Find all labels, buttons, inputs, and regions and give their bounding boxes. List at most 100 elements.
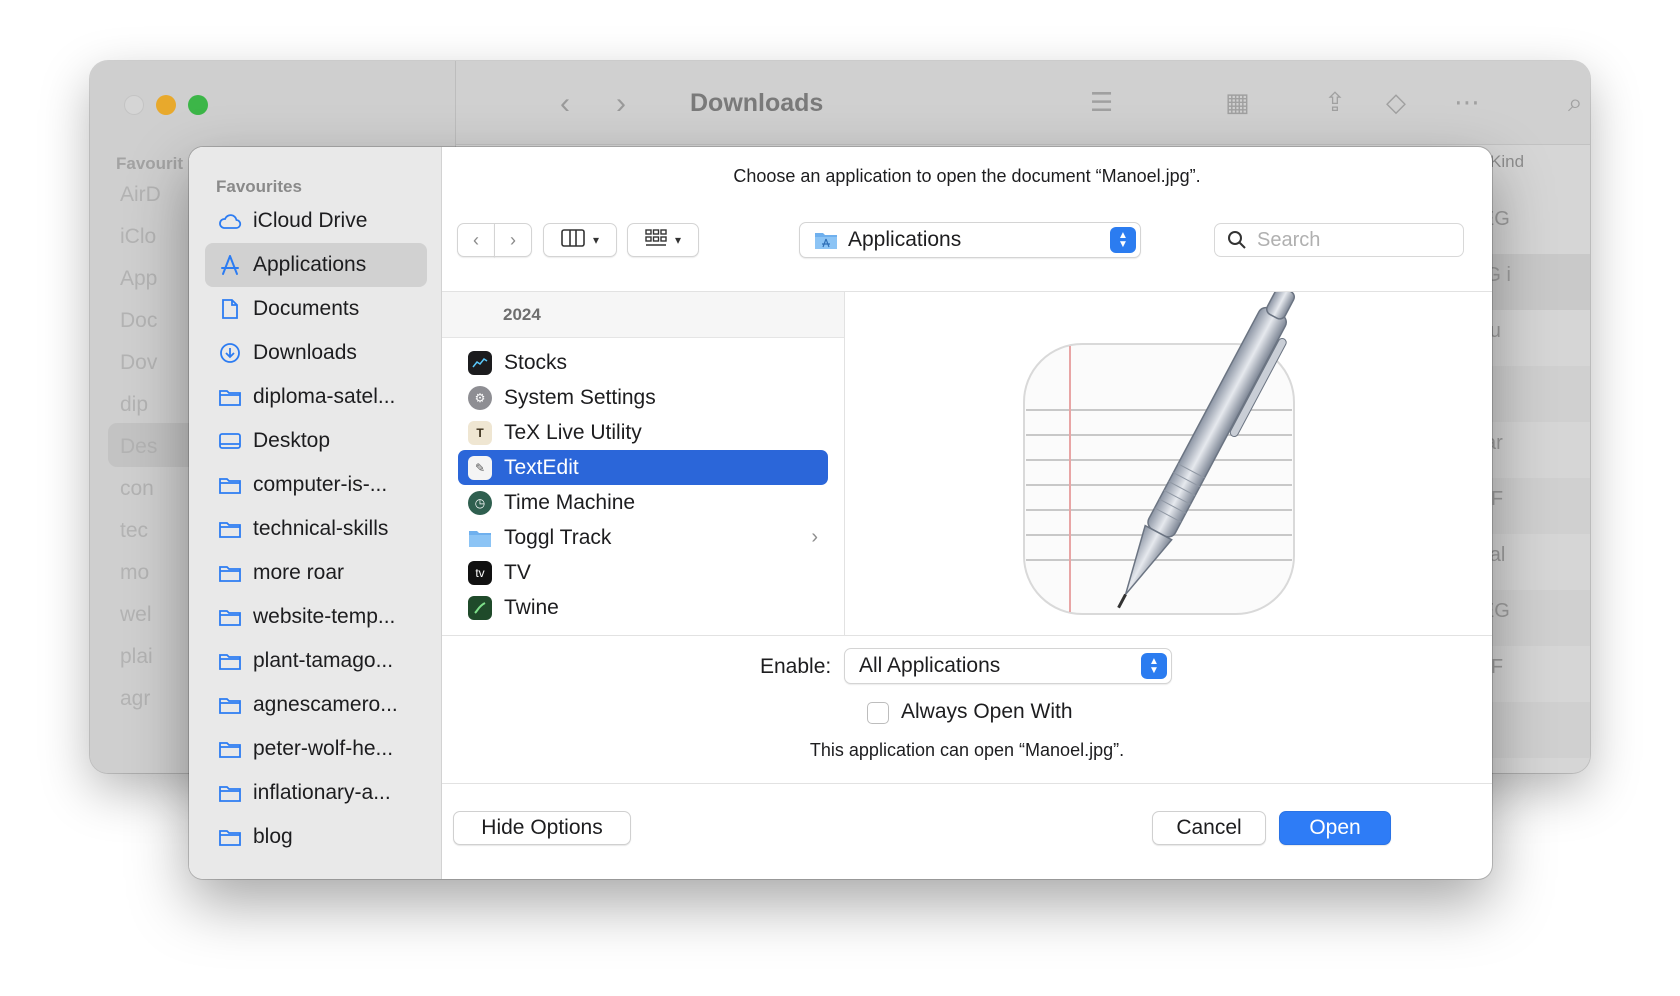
forward-button[interactable]: › bbox=[494, 223, 532, 257]
tv-icon: tv bbox=[468, 560, 492, 585]
finder-sidebar-item[interactable]: AirD bbox=[120, 183, 161, 207]
finder-sidebar-item[interactable]: App bbox=[120, 267, 157, 291]
sidebar-item-label: iCloud Drive bbox=[253, 209, 368, 232]
list-item-selected[interactable]: ✎ TextEdit bbox=[458, 450, 828, 485]
group-by-button[interactable]: ▾ bbox=[627, 223, 699, 257]
sidebar-item-folder[interactable]: peter-wolf-he... bbox=[205, 727, 427, 771]
sidebar-item-label: Downloads bbox=[253, 341, 357, 364]
app-name: Twine bbox=[504, 595, 559, 619]
sidebar-item-folder[interactable]: plant-tamago... bbox=[205, 639, 427, 683]
more-icon[interactable]: ⋯ bbox=[1454, 87, 1480, 118]
app-preview bbox=[846, 286, 1492, 635]
close-window-button[interactable] bbox=[124, 95, 144, 115]
finder-sidebar-item[interactable]: plai bbox=[120, 645, 153, 669]
sidebar-item-folder[interactable]: agnescamero... bbox=[205, 683, 427, 727]
cancel-button[interactable]: Cancel bbox=[1152, 811, 1266, 845]
sidebar-item-folder[interactable]: more roar bbox=[205, 551, 427, 595]
enable-popup[interactable]: All Applications ▲ ▼ bbox=[844, 648, 1172, 684]
up-down-icon: ▲ ▼ bbox=[1110, 227, 1136, 253]
sidebar-item-folder[interactable]: computer-is-... bbox=[205, 463, 427, 507]
finder-sidebar-item[interactable]: tec bbox=[120, 519, 148, 543]
sidebar-item-downloads[interactable]: Downloads bbox=[205, 331, 427, 375]
minimize-window-button[interactable] bbox=[156, 95, 176, 115]
open-button[interactable]: Open bbox=[1279, 811, 1391, 845]
location-label: Applications bbox=[848, 228, 962, 251]
list-item[interactable]: ⚙ System Settings bbox=[458, 380, 828, 415]
up-down-icon: ▲ ▼ bbox=[1141, 653, 1167, 679]
info-text: This application can open “Manoel.jpg”. bbox=[809, 740, 1125, 760]
sidebar-item-folder[interactable]: diploma-satel... bbox=[205, 375, 427, 419]
sidebar-item-documents[interactable]: Documents bbox=[205, 287, 427, 331]
back-button[interactable]: ‹ bbox=[457, 223, 495, 257]
forward-icon[interactable]: › bbox=[616, 87, 626, 121]
hide-options-button[interactable]: Hide Options bbox=[453, 811, 631, 845]
view-mode-button[interactable]: ▾ bbox=[543, 223, 617, 257]
desktop-icon bbox=[217, 428, 243, 454]
finder-sidebar-item[interactable]: Dov bbox=[120, 351, 157, 375]
search-icon[interactable]: ⌕ bbox=[1568, 87, 1583, 119]
app-name: Stocks bbox=[504, 350, 568, 374]
folder-icon bbox=[217, 560, 243, 586]
search-icon bbox=[1227, 230, 1247, 250]
twine-icon bbox=[468, 595, 492, 620]
list-item[interactable]: Twine bbox=[458, 590, 828, 625]
sidebar-item-label: plant-tamago... bbox=[253, 649, 394, 672]
list-item[interactable]: Toggl Track › bbox=[458, 520, 828, 555]
sidebar-item-label: Documents bbox=[253, 297, 360, 320]
list-view-icon[interactable]: ☰ bbox=[1090, 87, 1113, 118]
app-name: TeX Live Utility bbox=[504, 420, 642, 444]
zoom-window-button[interactable] bbox=[188, 95, 208, 115]
gear-icon: ⚙ bbox=[468, 385, 492, 410]
sidebar-item-applications[interactable]: Applications bbox=[205, 243, 427, 287]
cloud-icon bbox=[217, 208, 243, 234]
app-name: System Settings bbox=[504, 385, 656, 409]
sidebar-item-folder[interactable]: technical-skills bbox=[205, 507, 427, 551]
tag-icon[interactable]: ◇ bbox=[1386, 87, 1406, 118]
finder-sidebar-item[interactable]: wel bbox=[120, 603, 152, 627]
folder-icon bbox=[217, 384, 243, 410]
sidebar-item-desktop[interactable]: Desktop bbox=[205, 419, 427, 463]
location-popup[interactable]: Applications ▲ ▼ bbox=[799, 222, 1141, 258]
sidebar-item-folder[interactable]: blog bbox=[205, 815, 427, 859]
back-icon[interactable]: ‹ bbox=[560, 87, 570, 121]
open-with-dialog: Favourites iCloud Drive Applications Doc… bbox=[189, 147, 1492, 879]
share-icon[interactable]: ⇪ bbox=[1324, 87, 1346, 118]
sidebar-item-folder[interactable]: inflationary-a... bbox=[205, 771, 427, 815]
finder-sidebar-item[interactable]: agr bbox=[120, 687, 150, 711]
finder-sidebar-item[interactable]: con bbox=[120, 477, 154, 501]
app-name: TextEdit bbox=[504, 455, 579, 479]
group-icon[interactable]: ▦ bbox=[1225, 87, 1250, 118]
enable-value: All Applications bbox=[859, 654, 1001, 677]
always-open-label[interactable]: Always Open With bbox=[901, 700, 1073, 724]
grid-icon bbox=[645, 228, 667, 252]
finder-sidebar-item[interactable]: Doc bbox=[120, 309, 157, 333]
sidebar-item-label: technical-skills bbox=[253, 517, 389, 540]
columns-icon bbox=[561, 228, 585, 252]
list-item[interactable]: T TeX Live Utility bbox=[458, 415, 828, 450]
search-placeholder: Search bbox=[1257, 228, 1321, 251]
finder-sidebar-item[interactable]: mo bbox=[120, 561, 149, 585]
sidebar-item-icloud-drive[interactable]: iCloud Drive bbox=[205, 199, 427, 243]
download-icon bbox=[217, 340, 243, 366]
list-item[interactable]: Stocks bbox=[458, 345, 828, 380]
chevron-right-icon: › bbox=[510, 229, 516, 250]
sidebar-item-folder[interactable]: website-temp... bbox=[205, 595, 427, 639]
sidebar-item-label: website-temp... bbox=[253, 605, 396, 628]
dialog-sidebar: Favourites iCloud Drive Applications Doc… bbox=[189, 147, 442, 879]
kind-column-header[interactable]: Kind bbox=[1490, 152, 1524, 172]
list-item[interactable]: ◷ Time Machine bbox=[458, 485, 828, 520]
app-name: TV bbox=[504, 560, 531, 584]
always-open-checkbox[interactable] bbox=[867, 702, 889, 724]
list-item[interactable]: tv TV bbox=[458, 555, 828, 590]
time-machine-icon: ◷ bbox=[468, 490, 492, 515]
finder-sidebar-item[interactable]: dip bbox=[120, 393, 148, 417]
dialog-title: Choose an application to open the docume… bbox=[733, 166, 1201, 186]
app-name: Time Machine bbox=[504, 490, 636, 514]
stocks-icon bbox=[468, 350, 492, 375]
finder-sidebar-item[interactable]: iClo bbox=[120, 225, 156, 249]
textedit-large-icon bbox=[1023, 286, 1296, 615]
applications-icon bbox=[217, 252, 243, 278]
application-list[interactable]: 2024 Stocks ⚙ System Settings T TeX Live… bbox=[442, 292, 845, 635]
finder-sidebar-item[interactable]: Des bbox=[120, 435, 157, 459]
search-field[interactable]: Search bbox=[1214, 223, 1464, 257]
